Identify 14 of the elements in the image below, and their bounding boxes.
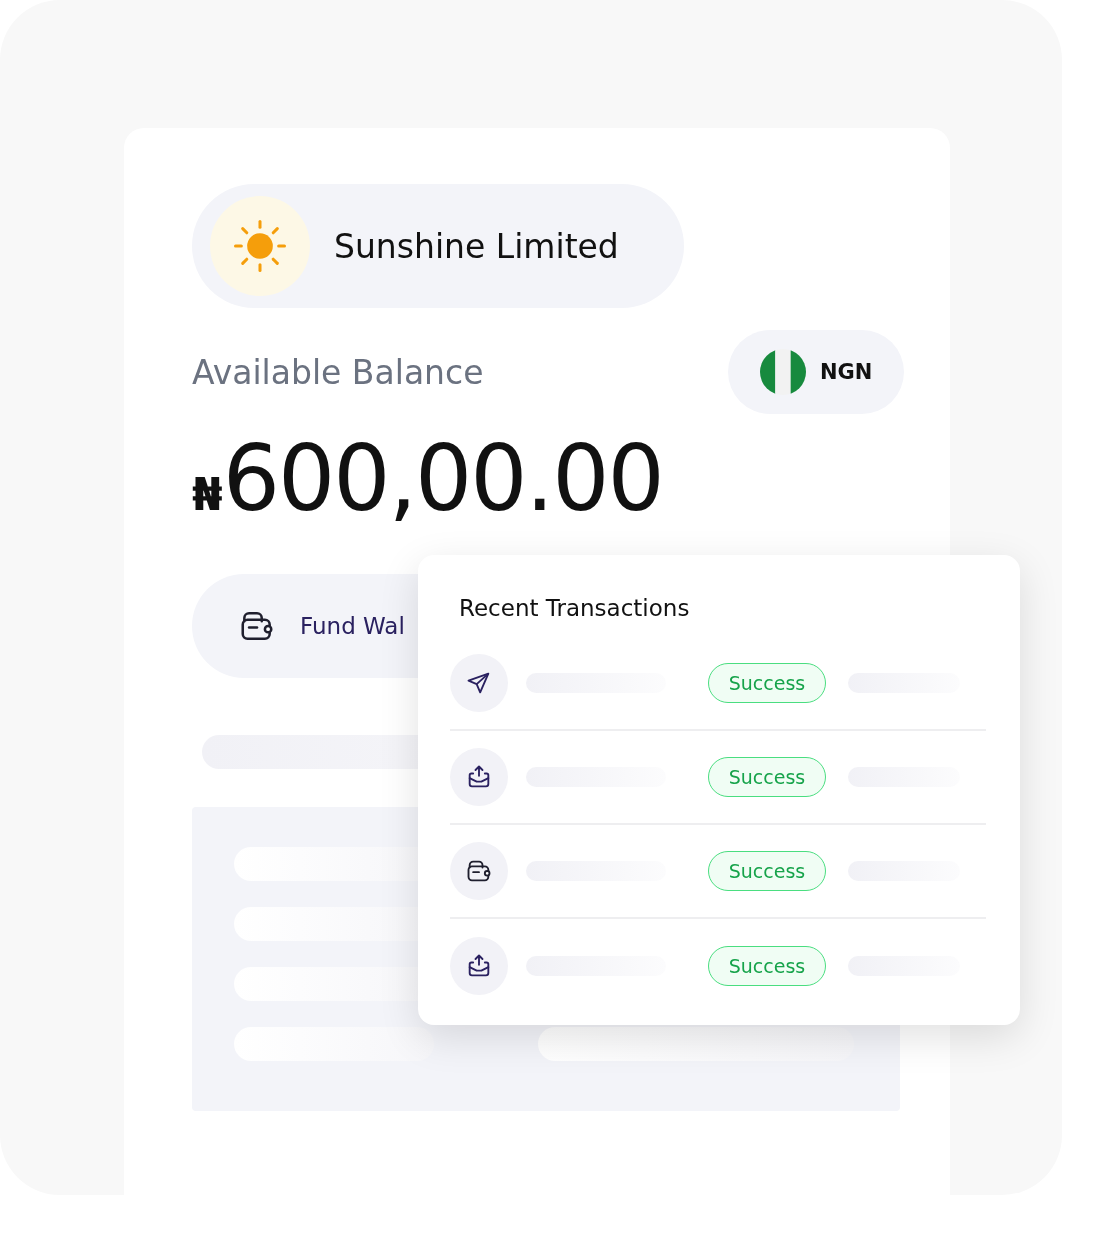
flag-icon: [760, 349, 806, 395]
fund-wallet-button[interactable]: Fund Wal: [192, 574, 418, 678]
company-name: Sunshine Limited: [334, 226, 619, 266]
balance-amount: 600,00.00: [222, 426, 663, 531]
currency-selector[interactable]: NGN: [728, 330, 904, 414]
balance-label: Available Balance: [192, 352, 484, 392]
currency-symbol: ₦: [192, 469, 223, 520]
currency-code: NGN: [820, 360, 873, 384]
status-badge: Success: [708, 851, 826, 891]
status-badge: Success: [708, 757, 826, 797]
status-badge: Success: [708, 663, 826, 703]
sun-icon: [232, 218, 288, 274]
status-badge: Success: [708, 946, 826, 986]
section-title: Recent Transactions: [459, 595, 691, 621]
